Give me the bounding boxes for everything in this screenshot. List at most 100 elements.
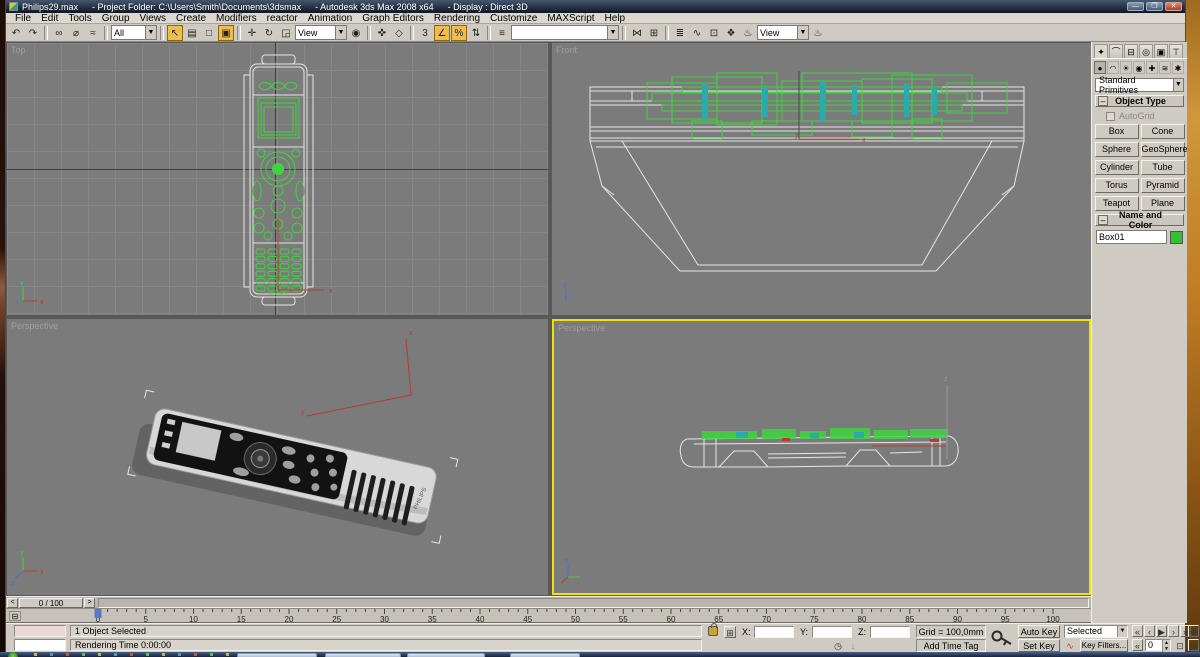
viewport-label-front[interactable]: Front <box>556 45 577 55</box>
subtab-helpers-icon[interactable]: ✚ <box>1146 61 1158 74</box>
select-object-icon[interactable]: ↖ <box>167 25 183 41</box>
quick-launch-icons[interactable] <box>34 653 234 656</box>
time-slider-prev-button[interactable]: < <box>7 598 18 608</box>
menu-maxscript[interactable]: MAXScript <box>542 13 599 24</box>
chevron-down-icon[interactable]: ▼ <box>145 26 156 39</box>
fov-icon[interactable]: ▷ <box>1188 639 1199 651</box>
selection-set-dropdown[interactable]: Selected ▼ <box>1064 625 1128 638</box>
subtab-systems-icon[interactable]: ✱ <box>1172 61 1184 74</box>
start-orb-icon[interactable] <box>8 652 18 657</box>
auto-key-button[interactable]: Auto Key <box>1018 625 1060 638</box>
chevron-down-icon[interactable]: ▼ <box>607 26 618 39</box>
select-link-icon[interactable]: ∞ <box>51 25 67 41</box>
prev-frame-button[interactable]: ‹ <box>1144 625 1155 637</box>
select-scale-icon[interactable]: ◲ <box>278 25 294 41</box>
time-slider-handle[interactable]: 0 / 100 <box>19 598 83 608</box>
create-pyramid-button[interactable]: Pyramid <box>1141 178 1185 193</box>
viewport-top[interactable]: Top <box>7 43 548 315</box>
x-coordinate-field[interactable] <box>754 626 794 638</box>
track-bar[interactable]: ⊟ 05101520253035404550556065707580859095… <box>6 608 1091 623</box>
angle-snap-icon[interactable]: ∠ <box>434 25 450 41</box>
go-start-button[interactable]: « <box>1132 625 1143 637</box>
tab-hierarchy-icon[interactable]: ⊟ <box>1124 44 1138 58</box>
coord-system-dropdown[interactable]: View▼ <box>295 25 347 40</box>
menu-customize[interactable]: Customize <box>485 13 542 24</box>
align-icon[interactable]: ⊞ <box>646 25 662 41</box>
named-selection-icon[interactable]: ≡ <box>494 25 510 41</box>
menu-reactor[interactable]: reactor <box>262 13 303 24</box>
subtab-shapes-icon[interactable]: ◠ <box>1107 61 1119 74</box>
layer-manager-icon[interactable]: ≣ <box>672 25 688 41</box>
create-teapot-button[interactable]: Teapot <box>1095 196 1139 211</box>
maxscript-mini-recorder[interactable] <box>14 625 66 637</box>
y-coordinate-field[interactable] <box>812 626 852 638</box>
percent-snap-icon[interactable]: % <box>451 25 467 41</box>
viewport-perspective-shaded[interactable]: Perspective <box>7 319 548 595</box>
tab-modify-icon[interactable]: ⌒ <box>1109 44 1123 58</box>
named-selection-dropdown[interactable]: ▼ <box>511 25 619 40</box>
menu-modifiers[interactable]: Modifiers <box>211 13 262 24</box>
unlink-selection-icon[interactable]: ⌀ <box>68 25 84 41</box>
select-rotate-icon[interactable]: ↻ <box>261 25 277 41</box>
taskbar-button[interactable] <box>237 653 317 657</box>
viewport-perspective-active[interactable]: Perspective <box>552 319 1091 595</box>
autogrid-checkbox[interactable] <box>1106 112 1115 121</box>
tab-create-icon[interactable]: ✦ <box>1094 44 1108 58</box>
time-slider-next-button[interactable]: > <box>84 598 95 608</box>
viewport-front[interactable]: Front y x <box>552 43 1091 315</box>
time-config-icon[interactable]: ⊡ <box>1174 640 1186 652</box>
name-color-rollout-header[interactable]: – Name and Color <box>1095 214 1184 226</box>
key-filters-button[interactable]: Key Filters... <box>1080 639 1128 652</box>
menu-edit[interactable]: Edit <box>36 13 63 24</box>
key-mode-toggle-icon[interactable]: « <box>1132 639 1143 651</box>
menu-tools[interactable]: Tools <box>63 13 96 24</box>
viewport-label-top[interactable]: Top <box>11 45 26 55</box>
menu-file[interactable]: File <box>10 13 36 24</box>
close-button[interactable]: ✕ <box>1165 2 1182 11</box>
render-type-dropdown[interactable]: View▼ <box>757 25 809 40</box>
menu-graph-editors[interactable]: Graph Editors <box>357 13 429 24</box>
restore-button[interactable]: ❐ <box>1146 2 1163 11</box>
z-coordinate-field[interactable] <box>870 626 910 638</box>
next-frame-button[interactable]: › <box>1168 625 1179 637</box>
bind-spacewarp-icon[interactable]: ≈ <box>85 25 101 41</box>
undo-icon[interactable]: ↶ <box>8 25 24 41</box>
create-cylinder-button[interactable]: Cylinder <box>1095 160 1139 175</box>
chevron-down-icon[interactable]: ▼ <box>1117 626 1127 637</box>
tab-utilities-icon[interactable]: ⊤ <box>1169 44 1183 58</box>
viewport-label-perspective-left[interactable]: Perspective <box>11 321 58 331</box>
menu-animation[interactable]: Animation <box>303 13 357 24</box>
material-editor-icon[interactable]: ❖ <box>723 25 739 41</box>
window-crossing-icon[interactable]: ▣ <box>218 25 234 41</box>
collapse-icon[interactable]: – <box>1098 215 1108 225</box>
curve-editor-icon[interactable]: ∿ <box>689 25 705 41</box>
keyboard-override-icon[interactable]: ◇ <box>391 25 407 41</box>
select-move-icon[interactable]: ✛ <box>244 25 260 41</box>
pivot-center-icon[interactable]: ◉ <box>348 25 364 41</box>
rect-selection-region-icon[interactable]: □ <box>201 25 217 41</box>
subtab-cameras-icon[interactable]: ◉ <box>1133 61 1145 74</box>
create-torus-button[interactable]: Torus <box>1095 178 1139 193</box>
taskbar-button[interactable] <box>325 653 401 657</box>
create-sphere-button[interactable]: Sphere <box>1095 142 1139 157</box>
snap-3d-icon[interactable]: 3 <box>417 25 433 41</box>
taskbar-button[interactable] <box>510 653 580 657</box>
object-type-rollout-header[interactable]: – Object Type <box>1095 95 1184 107</box>
selection-lock-icon[interactable] <box>708 626 718 636</box>
select-manipulate-icon[interactable]: ✜ <box>374 25 390 41</box>
titlebar[interactable]: Philips29.max - Project Folder: C:\Users… <box>6 0 1185 13</box>
create-geosphere-button[interactable]: GeoSphere <box>1141 142 1185 157</box>
current-frame-field[interactable]: 0 ▲▼ <box>1145 639 1171 651</box>
menu-views[interactable]: Views <box>135 13 172 24</box>
schematic-view-icon[interactable]: ⊡ <box>706 25 722 41</box>
subtab-spacewarps-icon[interactable]: ≋ <box>1159 61 1171 74</box>
subtab-geometry-icon[interactable]: ● <box>1094 61 1106 74</box>
viewport-label-perspective-right[interactable]: Perspective <box>558 323 605 333</box>
menu-group[interactable]: Group <box>97 13 135 24</box>
spinner-snap-icon[interactable]: ⇅ <box>468 25 484 41</box>
clock-icon[interactable]: ◷ <box>832 640 844 652</box>
create-plane-button[interactable]: Plane <box>1141 196 1185 211</box>
create-tube-button[interactable]: Tube <box>1141 160 1185 175</box>
category-dropdown[interactable]: Standard Primitives ▼ <box>1095 78 1184 92</box>
taskbar-button[interactable] <box>407 653 485 657</box>
